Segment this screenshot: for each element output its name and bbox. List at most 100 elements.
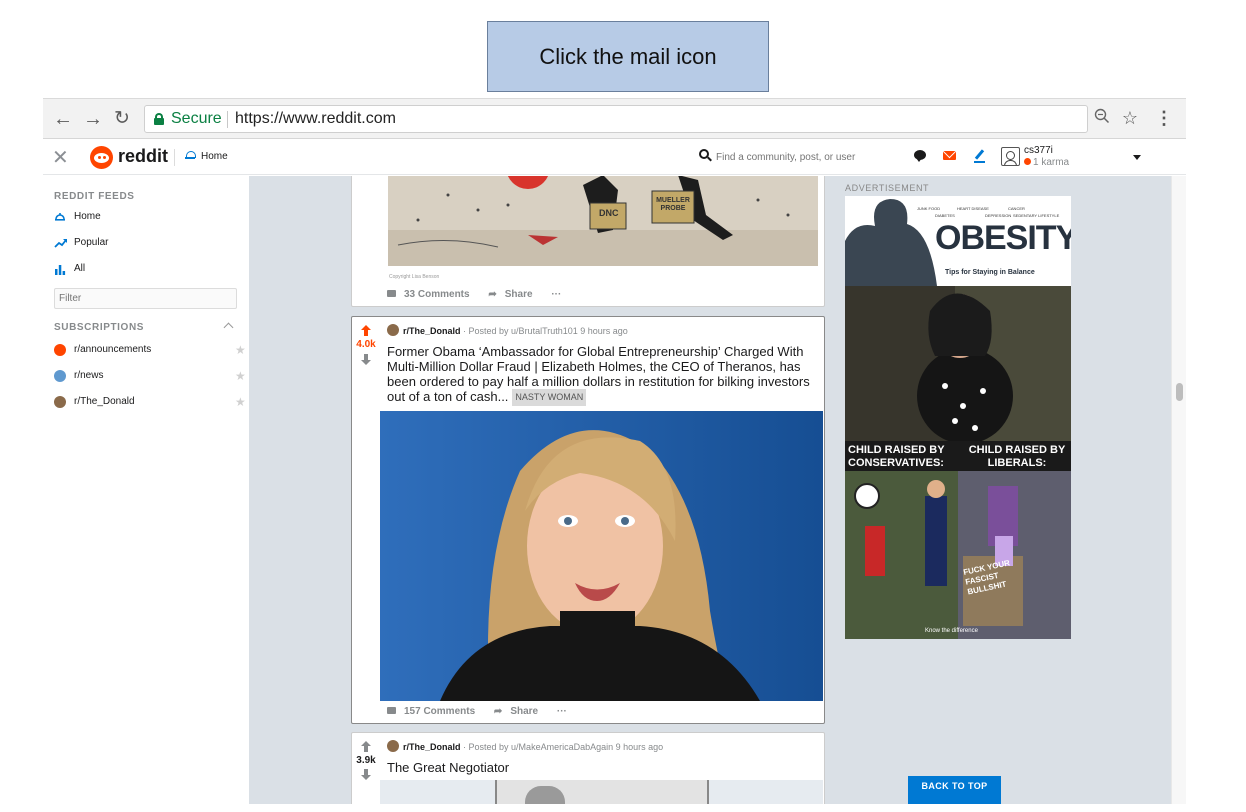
karma-label: 1 karma [1033,157,1070,168]
karma-icon [1024,158,1031,165]
post-card[interactable]: 3.9k r/The_Donald · Posted by u/MakeAmer… [351,732,825,804]
back-arrow-icon[interactable]: ← [52,108,74,130]
advertisement[interactable]: ADVERTISEMENT OBESITY Tips for Staying i… [845,179,1071,639]
user-menu-caret-icon[interactable] [1133,155,1141,160]
post-title[interactable]: The Great Negotiator [387,760,819,775]
zoom-icon[interactable] [1091,107,1113,129]
left-sidebar: REDDIT FEEDS Home Popular All S [43,176,248,804]
reddit-header: ✕ reddit Home cs377i 1 karma [43,140,1186,175]
post-actions: 157 Comments ➦ Share ··· [387,706,575,717]
url-divider [227,111,228,128]
url-text: https://www.reddit.com [235,110,396,128]
ad-tagline: Tips for Staying in Balance [945,269,1035,276]
forward-arrow-icon[interactable]: → [82,108,104,130]
post-feed: DNC MUELLER PROBE Copyright Lisa Benson … [249,176,1171,804]
reddit-wordmark[interactable]: reddit [118,146,168,167]
sidebar-item-announcements[interactable]: r/announcements ★ [54,342,246,358]
comments-button[interactable]: 157 Comments [387,706,483,717]
favorite-star-icon[interactable]: ★ [235,369,246,383]
sidebar-item-news[interactable]: r/news ★ [54,368,246,384]
header-divider [174,149,175,166]
sidebar-item-label: All [74,263,86,274]
vote-count: 4.0k [356,339,376,350]
ad-topic: DEPRESSION [985,213,1012,218]
mail-icon[interactable] [943,151,956,160]
comments-button[interactable]: 33 Comments [387,289,478,300]
instruction-banner: Click the mail icon [487,21,769,92]
feeds-heading: REDDIT FEEDS [54,191,135,202]
comments-label: 33 Comments [404,289,470,300]
browser-window: ← → ↻ Secure https://www.reddit.com ☆ ⋮ … [43,98,1186,804]
more-button[interactable]: ··· [551,289,561,300]
post-card[interactable]: DNC MUELLER PROBE Copyright Lisa Benson … [351,176,825,307]
sidebar-item-label: Home [74,211,101,222]
upvote-arrow-icon[interactable] [361,741,371,752]
ad-image[interactable]: OBESITY Tips for Staying in Balance JUNK… [845,196,1071,639]
sidebar-item-label: Popular [74,237,109,248]
comment-icon [387,707,396,714]
downvote-arrow-icon[interactable] [361,354,371,365]
reddit-logo-icon[interactable] [90,146,113,169]
chrome-menu-icon[interactable]: ⋮ [1153,107,1175,129]
home-icon [54,211,66,223]
subreddit-icon [54,370,66,382]
sidebar-item-label: r/The_Donald [74,396,135,407]
subreddit-link[interactable]: r/The_Donald [403,326,461,336]
subreddit-icon [387,324,399,336]
scrollbar-thumb[interactable] [1176,383,1183,401]
bar-chart-icon [54,263,66,275]
create-post-icon[interactable] [973,149,987,163]
subreddit-link[interactable]: r/The_Donald [403,742,461,752]
bookmark-star-icon[interactable]: ☆ [1119,107,1141,129]
search-icon [699,149,712,162]
post-flair: NASTY WOMAN [512,389,587,406]
collapse-caret-icon[interactable] [223,322,234,333]
post-card[interactable]: 4.0k r/The_Donald · Posted by u/BrutalTr… [351,316,825,724]
url-host: www.reddit.com [283,110,396,127]
cartoon-sign-right: MUELLER PROBE [656,197,690,212]
favorite-star-icon[interactable]: ★ [235,395,246,409]
chat-icon[interactable] [913,149,927,163]
ad-topic: HEART DISEASE [957,206,989,211]
post-actions: 33 Comments ➦ Share ··· [387,289,569,300]
home-icon [185,151,196,160]
avatar[interactable] [1001,147,1020,166]
karma-count: 1 karma [1024,157,1069,168]
post-title-text: Former Obama ‘Ambassador for Global Entr… [387,344,810,404]
downvote-arrow-icon[interactable] [361,769,371,780]
browser-toolbar: ← → ↻ Secure https://www.reddit.com ☆ ⋮ [43,99,1186,139]
share-label: Share [510,706,539,717]
filter-input[interactable] [54,288,237,309]
ad-topic: DIABETES [935,213,955,218]
share-button[interactable]: ➦ Share [494,706,546,717]
lock-icon [154,113,164,125]
ad-label: ADVERTISEMENT [845,183,930,193]
favorite-star-icon[interactable]: ★ [235,343,246,357]
vote-count: 3.9k [356,755,376,766]
reload-icon[interactable]: ↻ [111,108,133,130]
upvote-arrow-icon[interactable] [361,325,371,336]
home-nav-label: Home [201,151,228,162]
posted-by: · Posted by u/MakeAmericaDabAgain 9 hour… [463,742,664,752]
close-icon[interactable]: ✕ [52,145,69,170]
image-caption: Copyright Lisa Benson [389,274,440,280]
address-bar[interactable]: Secure https://www.reddit.com [144,105,1088,133]
more-button[interactable]: ··· [557,706,567,717]
sidebar-item-the-donald[interactable]: r/The_Donald ★ [54,394,246,410]
post-image[interactable] [380,411,823,701]
page-scrollbar[interactable] [1171,176,1186,804]
search-input[interactable] [716,149,916,165]
share-label: Share [504,289,533,300]
back-to-top-button[interactable]: BACK TO TOP [908,776,1001,804]
post-meta: r/The_Donald · Posted by u/BrutalTruth10… [387,322,628,336]
post-image[interactable] [380,780,823,804]
post-image[interactable]: DNC MUELLER PROBE [388,176,818,266]
back-to-top-label: BACK TO TOP [921,781,988,791]
cartoon-sign-left: DNC [599,208,619,218]
sidebar-item-label: r/news [74,370,104,381]
trending-icon [54,237,67,249]
home-nav-button[interactable]: Home [185,151,228,162]
username[interactable]: cs377i [1024,145,1053,156]
share-button[interactable]: ➦ Share [488,289,540,300]
post-title[interactable]: Former Obama ‘Ambassador for Global Entr… [387,344,819,406]
